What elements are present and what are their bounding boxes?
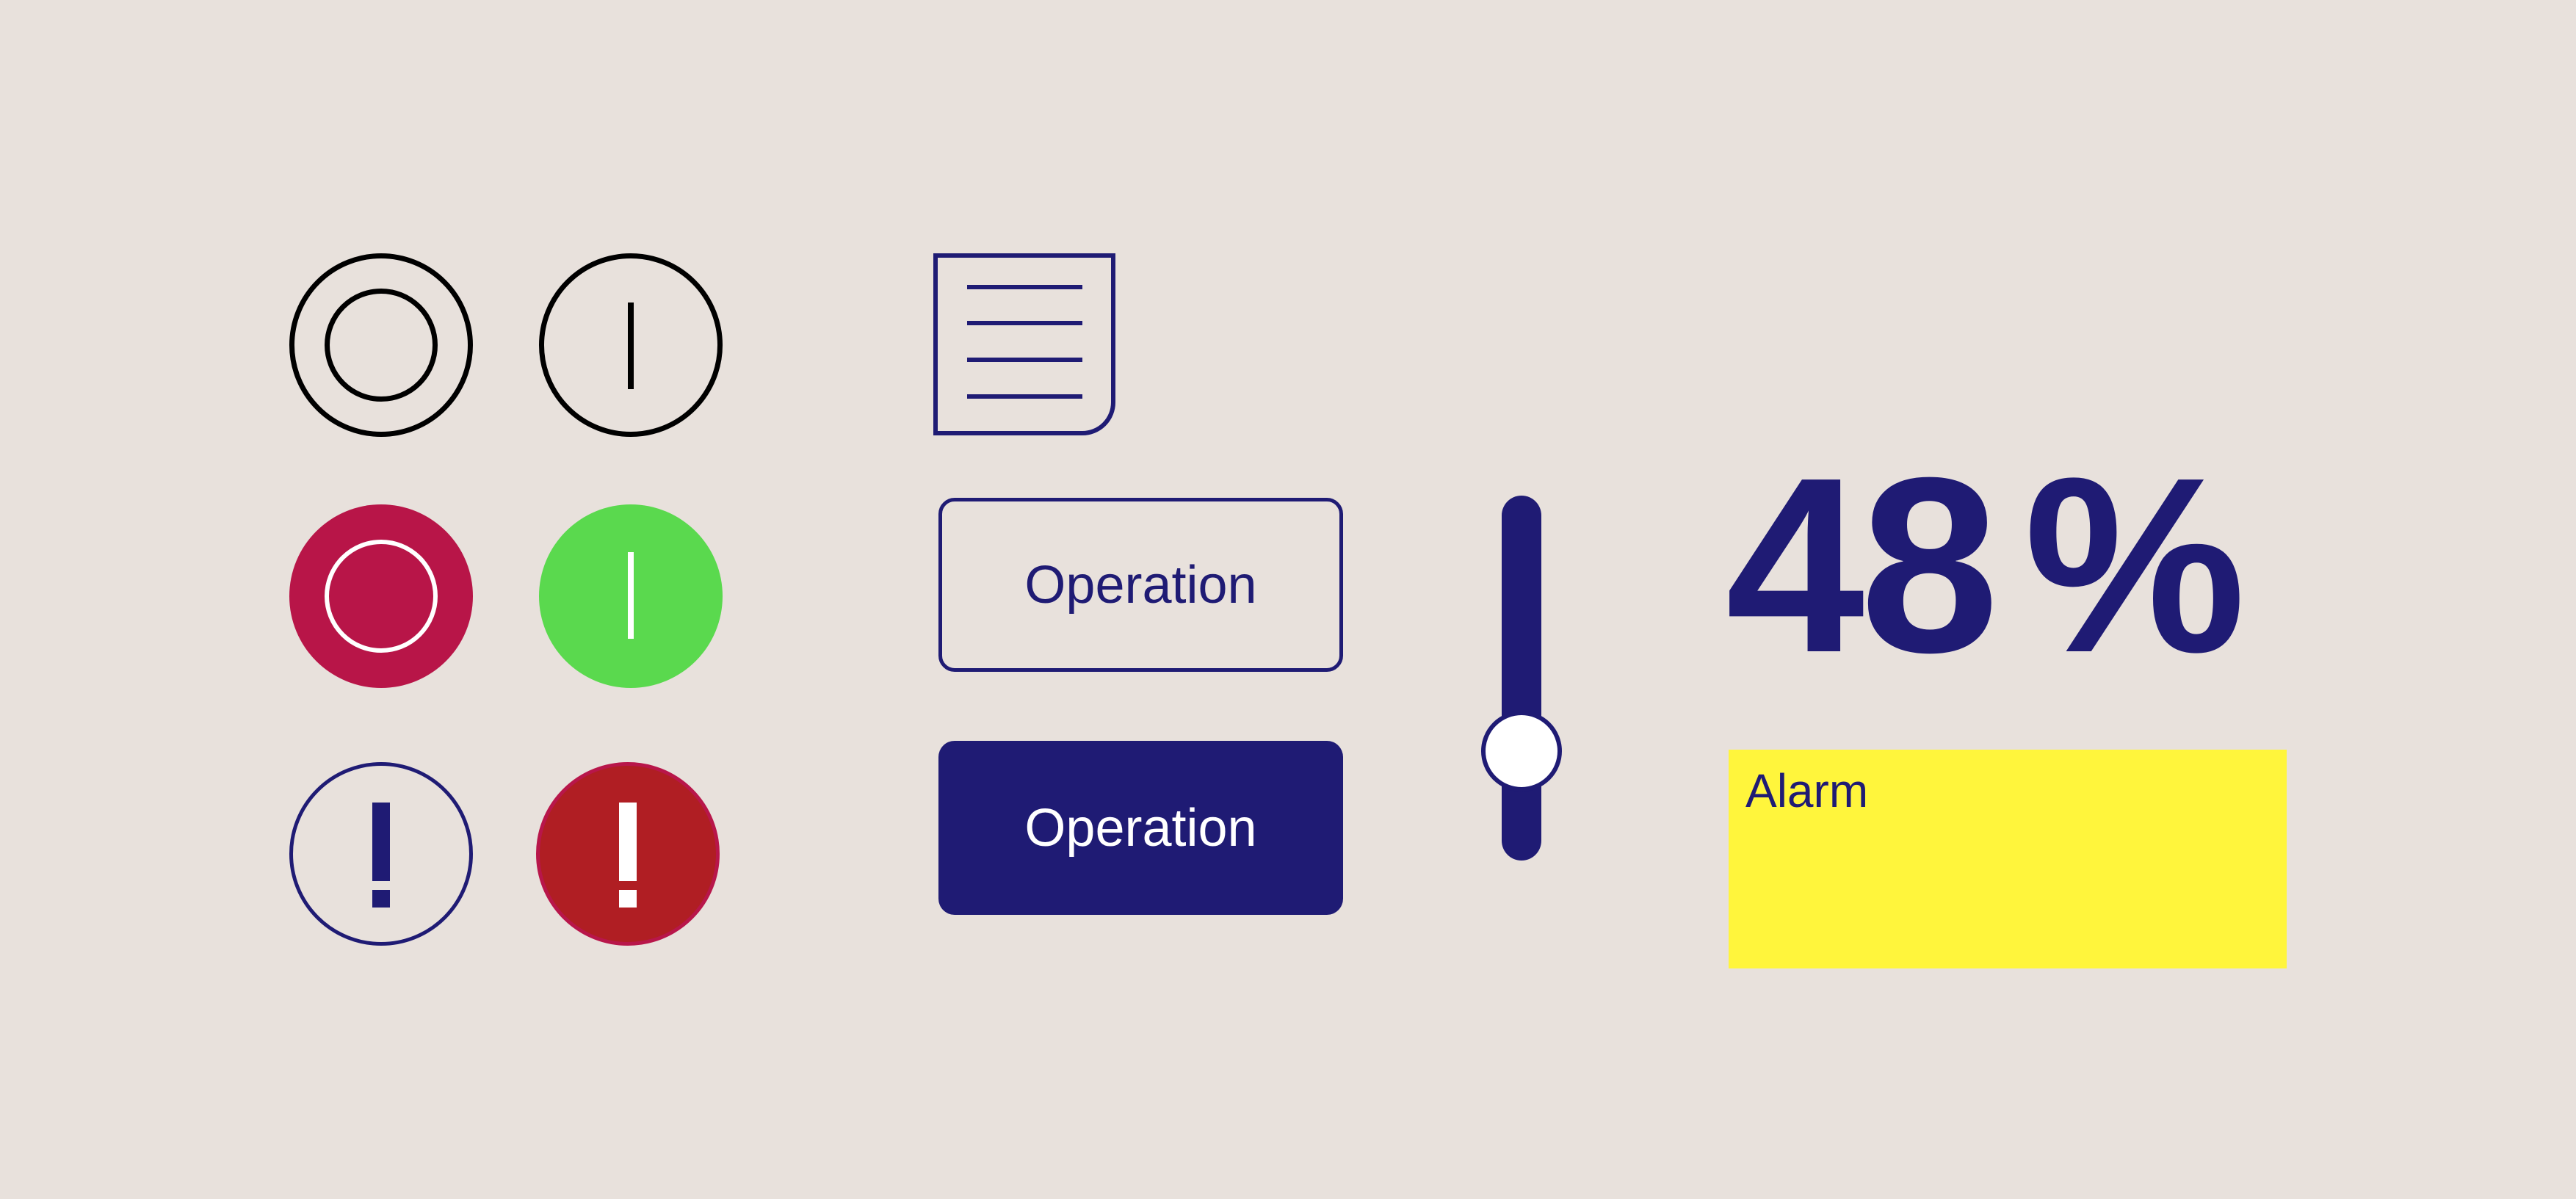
document-line — [967, 358, 1082, 362]
percentage-readout: 48% — [1726, 441, 2246, 690]
operation-outline-label: Operation — [1024, 555, 1257, 615]
exclamation-dot — [619, 890, 637, 908]
exclamation-icon — [372, 803, 390, 881]
readout-value: 48 — [1726, 426, 1999, 705]
operation-outline-button[interactable]: Operation — [938, 498, 1343, 672]
operation-filled-button[interactable]: Operation — [938, 741, 1343, 915]
warning-button[interactable] — [289, 762, 473, 946]
power-off-icon — [325, 289, 438, 402]
operation-filled-label: Operation — [1024, 798, 1257, 858]
power-on-icon — [628, 552, 634, 639]
power-off-icon — [325, 540, 438, 653]
on-outline-button[interactable] — [539, 253, 723, 437]
off-outline-button[interactable] — [289, 253, 473, 437]
exclamation-dot — [372, 890, 390, 908]
exclamation-icon — [619, 803, 637, 881]
slider-thumb[interactable] — [1481, 710, 1562, 792]
start-button[interactable] — [539, 504, 723, 688]
document-line — [967, 321, 1082, 325]
document-list-icon[interactable] — [933, 253, 1115, 435]
vertical-slider-track[interactable] — [1502, 496, 1541, 861]
alarm-button[interactable] — [536, 762, 720, 946]
power-on-icon — [628, 303, 634, 389]
stop-button[interactable] — [289, 504, 473, 688]
readout-unit: % — [2024, 426, 2246, 705]
alarm-banner: Alarm — [1729, 750, 2287, 968]
document-line — [967, 285, 1082, 289]
alarm-label: Alarm — [1745, 764, 1869, 817]
document-line — [967, 394, 1082, 399]
